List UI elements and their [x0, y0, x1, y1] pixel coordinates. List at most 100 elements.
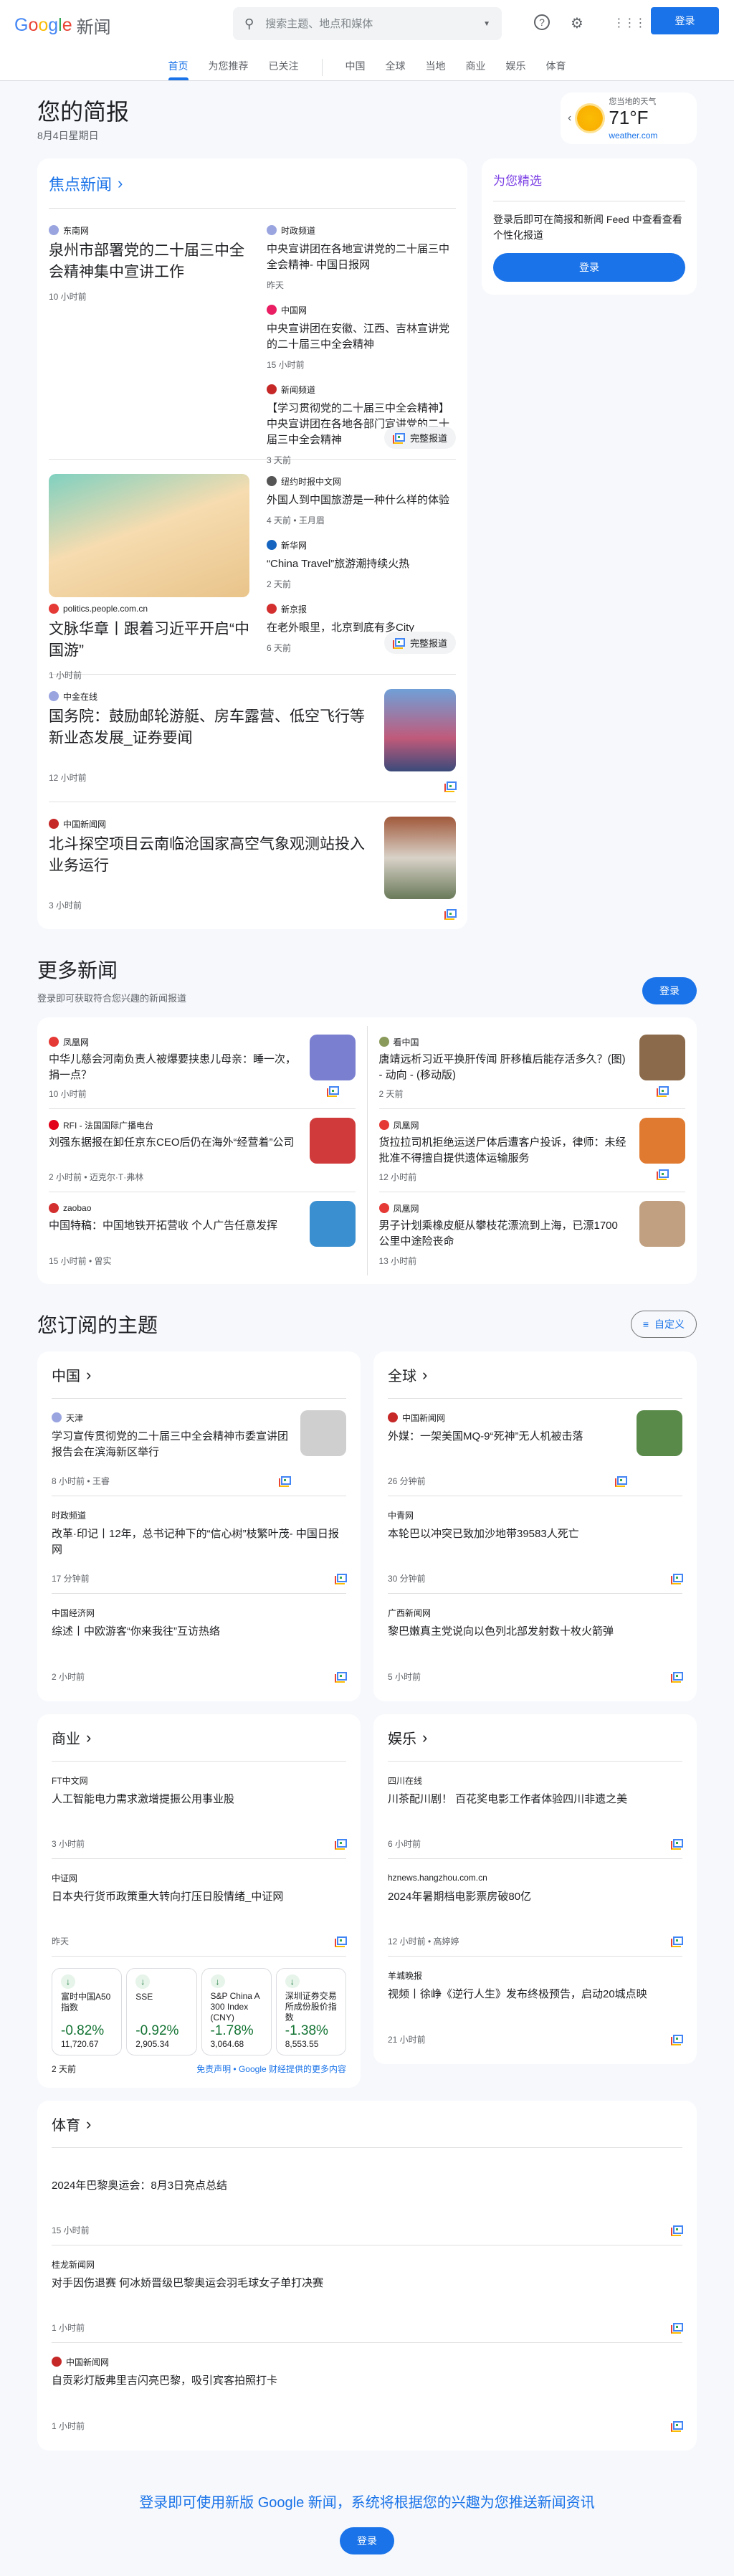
news-item[interactable]: 凤凰网 男子计划乘橡皮艇从攀枝花漂流到上海，已漂1700公里中途险丧命 13 小时前: [378, 1192, 685, 1275]
stock-card[interactable]: ↓ SSE -0.92% 2,905.34: [126, 1968, 197, 2055]
article-title[interactable]: 外媒：一架美国MQ-9“死神”无人机被击落: [388, 1429, 626, 1445]
full-coverage-icon[interactable]: [671, 2420, 683, 2432]
article-title[interactable]: 文脉华章丨跟着习近平开启“中国游”: [49, 619, 249, 662]
full-coverage-icon[interactable]: [615, 1475, 627, 1487]
article-title[interactable]: 北斗探空项目云南临沧国家高空气象观测站投入业务运行: [49, 834, 370, 877]
full-coverage-icon[interactable]: [326, 1086, 339, 1097]
full-coverage-icon[interactable]: [335, 1573, 347, 1584]
article-image[interactable]: [639, 1118, 685, 1164]
weather-widget[interactable]: ‹ 您当地的天气 71°F weather.com: [561, 92, 697, 144]
tab-home[interactable]: 首页: [158, 59, 199, 80]
topic-heading[interactable]: 全球 ›: [388, 1351, 682, 1399]
tab-for-you[interactable]: 为您推荐: [199, 59, 259, 80]
article-image[interactable]: [309, 1201, 356, 1247]
tab-sports[interactable]: 体育: [536, 59, 576, 80]
article[interactable]: 中国网 中央宣讲团在安徽、江西、吉林宣讲党的二十届三中全会精神 15 小时前: [267, 303, 456, 371]
article-title[interactable]: 日本央行货币政策重大转向打压日股情绪_中证网: [52, 1889, 346, 1905]
news-item[interactable]: RFI - 法国国际广播电台 刘强东据报在卸任京东CEO后仍在海外“经营着”公司 2…: [49, 1109, 356, 1192]
full-coverage-icon[interactable]: [444, 909, 457, 920]
full-coverage-icon[interactable]: [671, 2225, 683, 2236]
article-title[interactable]: 货拉拉司机拒绝运送尸体后遭客户投诉，律师：未经批准不得擅自提供遗体运输服务: [379, 1135, 629, 1166]
full-coverage-button[interactable]: 完整报道: [383, 632, 456, 654]
article-title[interactable]: 男子计划乘橡皮艇从攀枝花漂流到上海，已漂1700公里中途险丧命: [379, 1218, 629, 1250]
article[interactable]: 时政频道 改革·印记丨12年，总书记种下的“信心树”枝繁叶茂- 中国日报网 17 分…: [52, 1496, 347, 1594]
article[interactable]: 四川在线 川茶配川剧！ 百花奖电影工作者体验四川非遗之美 6 小时前: [388, 1762, 683, 1859]
article-title[interactable]: 刘强东据报在卸任京东CEO后仍在海外“经营着”公司: [49, 1135, 298, 1151]
article-title[interactable]: 综述丨中欧游客“你来我往”互访热络: [52, 1624, 346, 1640]
settings-gear-icon[interactable]: ⚙: [568, 14, 586, 32]
topic-heading[interactable]: 中国 ›: [52, 1351, 346, 1399]
article[interactable]: 中国新闻网 自贡彩灯版弗里吉闪亮巴黎，吸引宾客拍照打卡 1 小时前: [52, 2343, 683, 2440]
full-coverage-icon[interactable]: [279, 1475, 291, 1487]
help-icon[interactable]: ?: [534, 14, 550, 30]
more-news-login-button[interactable]: 登录: [642, 977, 697, 1004]
full-coverage-icon[interactable]: [335, 1671, 347, 1683]
topic-heading[interactable]: 娱乐 ›: [388, 1714, 682, 1762]
article[interactable]: 桂龙新闻网 对手因伤退赛 何冰娇晋级巴黎奥运会羽毛球女子单打决赛 1 小时前: [52, 2245, 683, 2343]
article-image[interactable]: [639, 1201, 685, 1247]
google-news-logo[interactable]: Google 新闻: [14, 13, 111, 38]
article[interactable]: 中金在线 国务院：鼓励邮轮游艇、房车露营、低空飞行等新业态发展_证券要闻 12 …: [49, 689, 370, 784]
full-coverage-icon[interactable]: [671, 2322, 683, 2334]
article[interactable]: 时政频道 中央宣讲团在各地宣讲党的二十届三中全会精神- 中国日报网 昨天: [267, 223, 456, 291]
article-image[interactable]: [639, 1035, 685, 1080]
article[interactable]: 中证网 日本央行货币政策重大转向打压日股情绪_中证网 昨天: [52, 1859, 347, 1957]
search-icon[interactable]: ⚲: [244, 16, 254, 32]
stock-card[interactable]: ↓ 深圳证券交易所成份股价指数 -1.38% 8,553.55: [275, 1968, 346, 2055]
article-image[interactable]: [49, 474, 249, 597]
full-coverage-button[interactable]: 完整报道: [383, 427, 456, 449]
article[interactable]: FT中文网 人工智能电力需求激增提振公用事业股 3 小时前: [52, 1762, 347, 1859]
lead-article[interactable]: politics.people.com.cn 文脉华章丨跟着习近平开启“中国游”…: [49, 474, 249, 681]
article-title[interactable]: 国务院：鼓励邮轮游艇、房车露营、低空飞行等新业态发展_证券要闻: [49, 706, 370, 749]
tab-entertainment[interactable]: 娱乐: [496, 59, 536, 80]
article-title[interactable]: 2024年巴黎奥运会：8月3日亮点总结: [52, 2178, 682, 2194]
article-title[interactable]: 中华儿慈会河南负责人被爆要挟患儿母亲：睡一次，捐一点？: [49, 1052, 298, 1083]
article-image[interactable]: [309, 1118, 356, 1164]
news-item[interactable]: 看中国 唐靖远析习近平换肝传闻 肝移植后能存活多久？(图) - 动向 - (移动版…: [378, 1026, 685, 1109]
article[interactable]: 2024年巴黎奥运会：8月3日亮点总结 15 小时前: [52, 2148, 683, 2245]
article[interactable]: 天津 学习宣传贯彻党的二十届三中全会精神市委宣讲团报告会在滨海新区举行 8 小时前 …: [52, 1399, 346, 1496]
news-item[interactable]: 凤凰网 货拉拉司机拒绝运送尸体后遭客户投诉，律师：未经批准不得擅自提供遗体运输服务…: [378, 1109, 685, 1192]
top-stories-heading[interactable]: 焦点新闻 ›: [49, 158, 456, 209]
tab-business[interactable]: 商业: [456, 59, 496, 80]
article-title[interactable]: 视频丨徐峥《逆行人生》发布终极预告，启动20城点映: [388, 1987, 682, 2002]
lead-article[interactable]: 东南网 泉州市部署党的二十届三中全会精神集中宣讲工作 10 小时前: [49, 223, 249, 303]
article-title[interactable]: 学习宣传贯彻党的二十届三中全会精神市委宣讲团报告会在滨海新区举行: [52, 1429, 290, 1460]
apps-grid-icon[interactable]: ⋮⋮⋮: [614, 14, 647, 32]
article-image[interactable]: [300, 1410, 346, 1456]
stock-card[interactable]: ↓ 富时中国A50指数 -0.82% 11,720.67: [52, 1968, 123, 2055]
weather-source-link[interactable]: weather.com: [609, 130, 657, 141]
article[interactable]: 中国新闻网 外媒：一架美国MQ-9“死神”无人机被击落 26 分钟前: [388, 1399, 682, 1496]
dropdown-arrow-icon[interactable]: ▼: [483, 20, 490, 28]
topic-heading[interactable]: 体育 ›: [52, 2101, 682, 2148]
full-coverage-icon[interactable]: [671, 2034, 683, 2045]
full-coverage-icon[interactable]: [671, 1936, 683, 1947]
article[interactable]: 中国新闻网 北斗探空项目云南临沧国家高空气象观测站投入业务运行 3 小时前: [49, 817, 370, 911]
search-box[interactable]: ⚲ ▼: [233, 7, 502, 40]
article-title[interactable]: 中央宣讲团在安徽、江西、吉林宣讲党的二十届三中全会精神: [267, 321, 456, 353]
topic-heading[interactable]: 商业 ›: [52, 1714, 346, 1762]
full-coverage-icon[interactable]: [671, 1671, 683, 1683]
tab-local[interactable]: 当地: [416, 59, 456, 80]
article-image[interactable]: [384, 817, 456, 899]
full-coverage-icon[interactable]: [671, 1838, 683, 1850]
tab-china[interactable]: 中国: [335, 59, 376, 80]
article-image[interactable]: [384, 689, 456, 771]
article-title[interactable]: “China Travel”旅游潮持续火热: [267, 556, 456, 572]
article[interactable]: 中青网 本轮巴以冲突已致加沙地带39583人死亡 30 分钟前: [388, 1496, 683, 1594]
news-item[interactable]: zaobao 中国特稿：中国地铁开拓营收 个人广告任意发挥 15 小时前 • 曾实: [49, 1192, 356, 1275]
tab-world[interactable]: 全球: [376, 59, 416, 80]
article[interactable]: 羊城晚报 视频丨徐峥《逆行人生》发布终极预告，启动20城点映 21 小时前: [388, 1957, 683, 2054]
article-image[interactable]: [309, 1035, 356, 1080]
customize-button[interactable]: ≡ 自定义: [630, 1311, 697, 1338]
article[interactable]: 新闻频道 【学习贯彻党的二十届三中全会精神】中央宣讲团在各地各部门宣讲党的二十届三…: [267, 382, 456, 466]
for-you-login-button[interactable]: 登录: [493, 253, 685, 282]
article-title[interactable]: 唐靖远析习近平换肝传闻 肝移植后能存活多久？(图) - 动向 - (移动版): [379, 1052, 629, 1083]
full-coverage-icon[interactable]: [335, 1838, 347, 1850]
article[interactable]: 纽约时报中文网 外国人到中国旅游是一种什么样的体验 4 天前 • 王月眉: [267, 474, 456, 526]
article[interactable]: hznews.hangzhou.com.cn 2024年暑期档电影票房破80亿 12…: [388, 1859, 683, 1957]
full-coverage-icon[interactable]: [671, 1573, 683, 1584]
article[interactable]: 中国经济网 综述丨中欧游客“你来我往”互访热络 2 小时前: [52, 1594, 347, 1691]
article-title[interactable]: 2024年暑期档电影票房破80亿: [388, 1889, 682, 1905]
article-title[interactable]: 外国人到中国旅游是一种什么样的体验: [267, 493, 456, 508]
